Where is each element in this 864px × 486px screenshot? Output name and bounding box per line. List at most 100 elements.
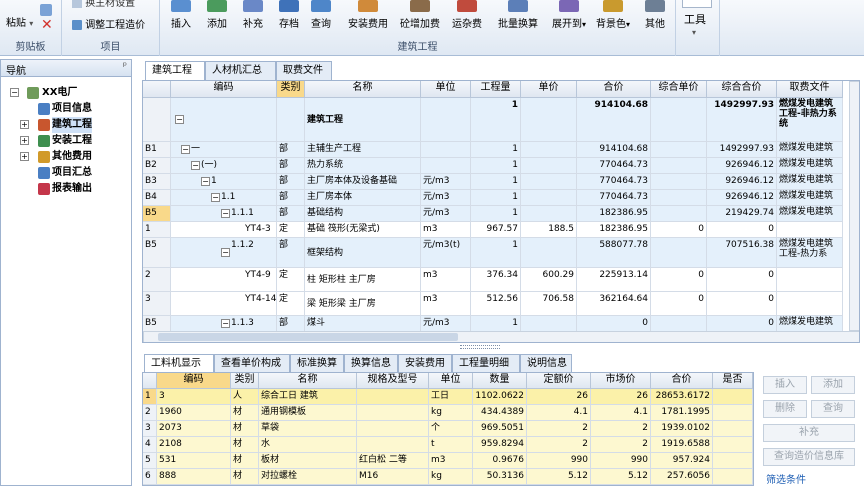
main-grid-cell[interactable]: [521, 174, 577, 190]
main-grid-cell[interactable]: 914104.68: [577, 142, 651, 158]
main-grid-cell[interactable]: 梁 矩形梁 主厂房: [305, 292, 421, 316]
main-grid-cell[interactable]: 707516.38: [707, 238, 777, 268]
paste-button[interactable]: 粘贴 ▾: [6, 14, 33, 29]
resource-grid-cell[interactable]: 6: [143, 469, 157, 485]
main-grid-cell[interactable]: 967.57: [471, 222, 521, 238]
main-grid-cell[interactable]: 926946.12: [707, 190, 777, 206]
resource-grid-cell[interactable]: 板材: [259, 453, 357, 469]
resource-grid-cell[interactable]: [713, 453, 753, 469]
main-grid-cell[interactable]: 元/m3: [421, 190, 471, 206]
resource-grid-cell[interactable]: [713, 421, 753, 437]
resource-header-market[interactable]: 市场价: [591, 373, 651, 389]
main-grid-cell[interactable]: [651, 206, 707, 222]
bottom-tab-6[interactable]: 说明信息: [520, 354, 572, 373]
concrete-fee-button[interactable]: 砼增加费: [398, 0, 442, 36]
main-grid-cell[interactable]: 部: [277, 238, 305, 268]
main-grid-cell[interactable]: 燃煤发电建筑: [777, 316, 843, 332]
resource-grid-cell[interactable]: 人: [231, 389, 259, 405]
main-grid-cell[interactable]: 部: [277, 206, 305, 222]
resource-grid[interactable]: 编码 类别 名称 规格及型号 单位 数量 定额价 市场价 合价 是否 1 3 人综合工日 建筑 工日 110…: [142, 372, 754, 486]
main-grid-cell[interactable]: 1492997.93: [707, 98, 777, 142]
resource-grid-cell[interactable]: m3: [429, 453, 473, 469]
main-grid-cell[interactable]: 0: [651, 268, 707, 292]
delete-icon[interactable]: ✕: [41, 18, 53, 32]
resource-grid-cell[interactable]: 材: [231, 469, 259, 485]
resource-grid-cell[interactable]: 综合工日 建筑: [259, 389, 357, 405]
tree-item-project-info[interactable]: 项目信息: [52, 101, 92, 117]
tree-expand-icon[interactable]: +: [20, 120, 29, 129]
resource-grid-cell[interactable]: t: [429, 437, 473, 453]
main-grid-cell[interactable]: [651, 174, 707, 190]
row-collapse-icon[interactable]: −: [211, 193, 220, 202]
main-grid-cell[interactable]: 1: [471, 174, 521, 190]
main-header-type[interactable]: 类别: [277, 81, 305, 98]
main-grid-cell[interactable]: −1.1.2: [171, 238, 277, 268]
main-grid-cell[interactable]: 1: [471, 238, 521, 268]
query-button[interactable]: 查询: [304, 0, 338, 36]
row-collapse-icon[interactable]: −: [201, 177, 210, 186]
resource-header-qty[interactable]: 数量: [473, 373, 527, 389]
main-grid-cell[interactable]: 512.56: [471, 292, 521, 316]
resource-grid-cell[interactable]: 4: [143, 437, 157, 453]
resource-grid-cell[interactable]: 对拉螺栓: [259, 469, 357, 485]
main-grid-cell[interactable]: 0: [651, 222, 707, 238]
main-header-unit[interactable]: 单位: [421, 81, 471, 98]
resource-grid-cell[interactable]: 2: [591, 437, 651, 453]
resource-grid-cell[interactable]: 1: [143, 389, 157, 405]
tree-collapse-icon[interactable]: −: [10, 88, 19, 97]
main-grid-cell[interactable]: 926946.12: [707, 158, 777, 174]
main-grid-cell[interactable]: m3: [421, 268, 471, 292]
main-grid[interactable]: 编码 类别 名称 单位 工程量 单价 合价 综合单价 综合合价 取费文件 − 建筑工程 1 914104.…: [142, 80, 860, 343]
main-grid-cell[interactable]: 燃煤发电建筑: [777, 190, 843, 206]
main-grid-cell[interactable]: 元/m3: [421, 174, 471, 190]
resource-grid-cell[interactable]: 990: [591, 453, 651, 469]
main-grid-cell[interactable]: 188.5: [521, 222, 577, 238]
main-grid-cell[interactable]: [521, 190, 577, 206]
resource-grid-cell[interactable]: 3: [157, 389, 231, 405]
bottom-tab-3[interactable]: 换算信息: [344, 354, 398, 373]
main-grid-cell[interactable]: 1492997.93: [707, 142, 777, 158]
main-grid-cell[interactable]: 定: [277, 268, 305, 292]
main-grid-cell[interactable]: [521, 206, 577, 222]
main-grid-cell[interactable]: [777, 222, 843, 238]
main-grid-cell[interactable]: 182386.95: [577, 206, 651, 222]
main-grid-cell[interactable]: 2: [143, 268, 171, 292]
main-grid-cell[interactable]: [651, 190, 707, 206]
resource-grid-cell[interactable]: 红白松 二等: [357, 453, 429, 469]
main-grid-cell[interactable]: 770464.73: [577, 158, 651, 174]
main-grid-cell[interactable]: 定: [277, 292, 305, 316]
main-header-index[interactable]: [143, 81, 171, 98]
expand-to-button[interactable]: 展开到▾: [552, 0, 586, 36]
supplement-button[interactable]: 补充: [763, 424, 855, 442]
main-grid-cell[interactable]: 1: [471, 158, 521, 174]
copy-icon[interactable]: [40, 4, 52, 16]
resource-header-unit[interactable]: 单位: [429, 373, 473, 389]
main-grid-cell[interactable]: −1.1.1: [171, 206, 277, 222]
main-grid-cell[interactable]: 部: [277, 316, 305, 332]
row-collapse-icon[interactable]: −: [181, 145, 190, 154]
resource-grid-cell[interactable]: 4.1: [591, 405, 651, 421]
row-collapse-icon[interactable]: −: [221, 319, 230, 328]
add-button[interactable]: 添加: [200, 0, 234, 36]
main-grid-cell[interactable]: 基础 筏形(无梁式): [305, 222, 421, 238]
main-grid-cell[interactable]: B1: [143, 142, 171, 158]
insert-button[interactable]: 插入: [763, 376, 807, 394]
resource-grid-cell[interactable]: 28653.6172: [651, 389, 713, 405]
main-grid-cell[interactable]: 建筑工程: [305, 98, 421, 142]
tree-item-building[interactable]: 建筑工程: [52, 117, 92, 133]
main-grid-cell[interactable]: 部: [277, 190, 305, 206]
main-grid-cell[interactable]: −1: [171, 174, 277, 190]
resource-header-spec[interactable]: 规格及型号: [357, 373, 429, 389]
resource-grid-cell[interactable]: 990: [527, 453, 591, 469]
main-grid-cell[interactable]: 1: [143, 222, 171, 238]
main-grid-cell[interactable]: B2: [143, 158, 171, 174]
resource-grid-cell[interactable]: [713, 437, 753, 453]
bottom-tab-0[interactable]: 工料机显示: [144, 354, 214, 374]
main-grid-cell[interactable]: 1: [471, 316, 521, 332]
main-grid-cell[interactable]: 部: [277, 158, 305, 174]
main-header-fee[interactable]: 取费文件: [777, 81, 843, 98]
main-grid-cell[interactable]: [521, 238, 577, 268]
resource-grid-cell[interactable]: 1781.1995: [651, 405, 713, 421]
resource-header-index[interactable]: [143, 373, 157, 389]
resource-grid-cell[interactable]: 957.924: [651, 453, 713, 469]
